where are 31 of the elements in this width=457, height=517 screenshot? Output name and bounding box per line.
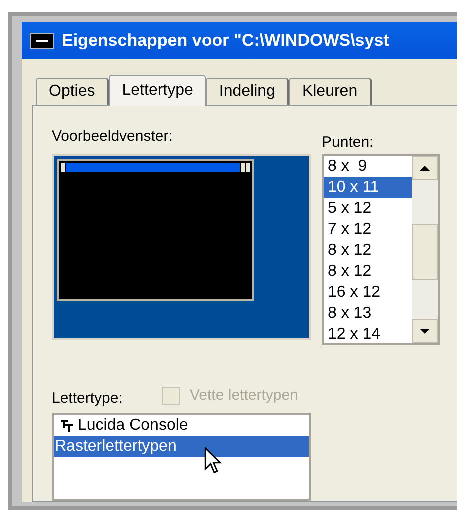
- scroll-down-button[interactable]: [412, 319, 438, 343]
- window-title: Eigenschappen voor "C:\WINDOWS\syst: [62, 32, 390, 49]
- font-label: Lettertype:: [52, 388, 124, 409]
- sizes-label: Punten:: [322, 133, 375, 153]
- size-option[interactable]: 8 x 13: [324, 303, 412, 324]
- truetype-icon: [60, 418, 74, 432]
- size-option[interactable]: 8 x 12: [324, 240, 412, 261]
- font-option[interactable]: Rasterlettertypen: [54, 436, 309, 457]
- console-icon: [30, 32, 54, 48]
- scroll-thumb[interactable]: [412, 224, 438, 280]
- mouse-cursor-icon: [204, 447, 222, 475]
- font-option[interactable]: Lucida Console: [54, 415, 309, 436]
- tab[interactable]: Kleuren: [289, 78, 372, 105]
- font-name: Lucida Console: [78, 416, 188, 436]
- size-option[interactable]: 12 x 14: [324, 324, 412, 343]
- size-option[interactable]: 5 x 12: [324, 198, 412, 219]
- scrollbar[interactable]: [412, 156, 438, 343]
- up-arrow-icon: [420, 166, 430, 170]
- tab[interactable]: Opties: [36, 78, 110, 105]
- size-option[interactable]: 8 x 12: [324, 261, 412, 282]
- tab[interactable]: Indeling: [206, 78, 290, 105]
- preview-label: Voorbeeldvenster:: [52, 127, 174, 147]
- tab[interactable]: Lettertype: [109, 75, 206, 106]
- size-option[interactable]: 16 x 12: [324, 282, 412, 303]
- size-option[interactable]: 7 x 12: [324, 219, 412, 240]
- bold-checkbox-label: Vette lettertypen: [190, 386, 298, 406]
- font-name: Rasterlettertypen: [54, 436, 177, 456]
- scroll-up-button[interactable]: [412, 156, 438, 180]
- size-option[interactable]: 8 x 9: [324, 156, 412, 177]
- down-arrow-icon: [420, 328, 430, 334]
- size-option[interactable]: 10 x 11: [324, 177, 412, 198]
